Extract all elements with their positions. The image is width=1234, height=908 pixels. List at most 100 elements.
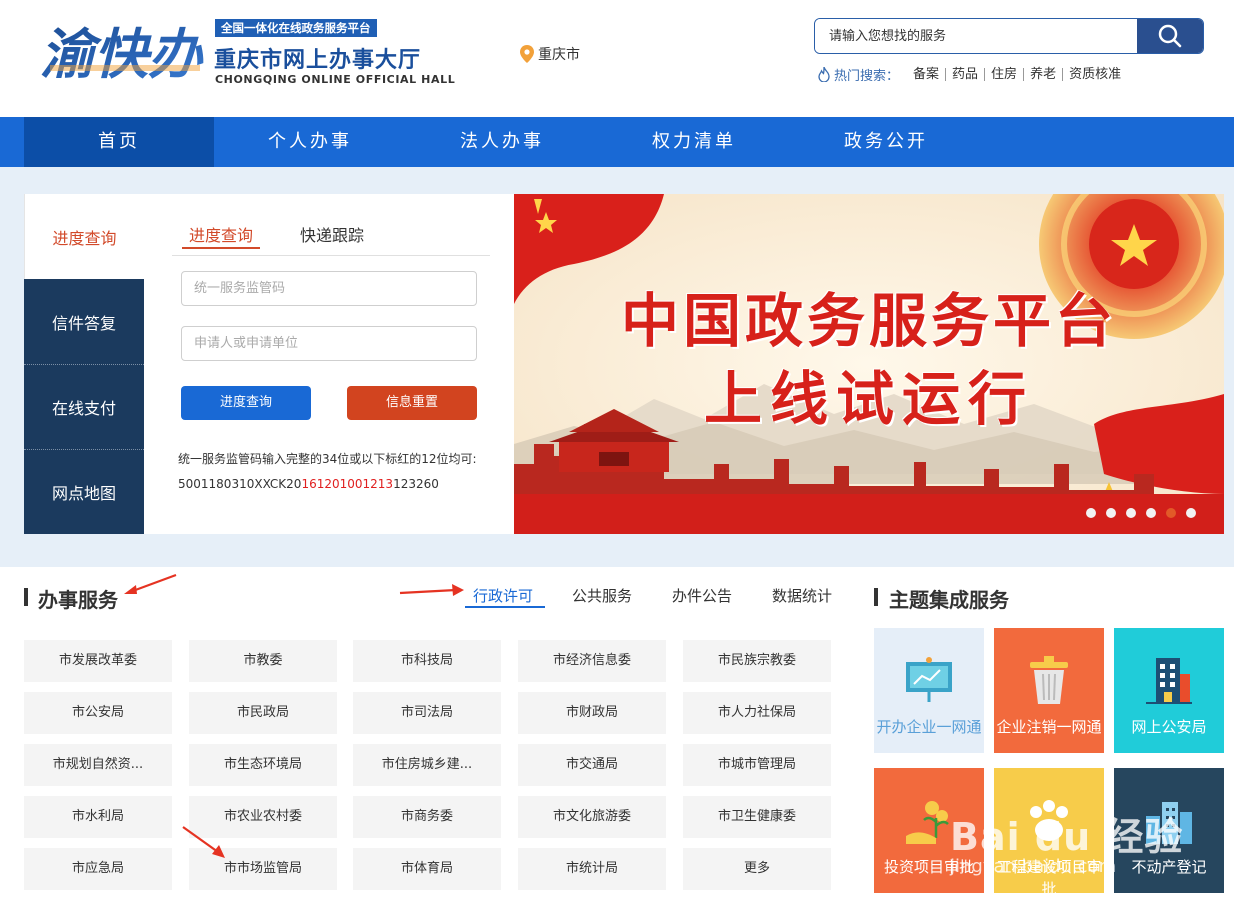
department-button[interactable]: 市生态环境局 bbox=[189, 744, 337, 786]
applicant-input[interactable] bbox=[181, 326, 477, 361]
nav-item-corporate[interactable]: 法人办事 bbox=[406, 117, 598, 167]
theme-online-police[interactable]: 网上公安局 bbox=[1114, 628, 1224, 753]
department-button[interactable]: 市水利局 bbox=[24, 796, 172, 838]
theme-real-estate-registration[interactable]: 不动产登记 bbox=[1114, 768, 1224, 893]
progress-query-button[interactable]: 进度查询 bbox=[181, 386, 311, 420]
tab-express-tracking[interactable]: 快递跟踪 bbox=[300, 222, 364, 246]
carousel-dot[interactable] bbox=[1186, 508, 1196, 518]
theme-label: 投资项目审批 bbox=[883, 858, 974, 876]
carousel-dot[interactable] bbox=[1166, 508, 1176, 518]
trash-bin-icon bbox=[1030, 656, 1068, 704]
department-button[interactable]: 市民族宗教委 bbox=[683, 640, 831, 682]
department-button[interactable]: 市交通局 bbox=[518, 744, 666, 786]
money-plant-icon bbox=[906, 801, 949, 844]
theme-business-deregistration[interactable]: 企业注销一网通 bbox=[994, 628, 1104, 753]
department-button[interactable]: 市司法局 bbox=[353, 692, 501, 734]
department-button[interactable]: 市人力社保局 bbox=[683, 692, 831, 734]
theme-label: 网上公安局 bbox=[1131, 718, 1207, 736]
hot-item[interactable]: 住房 bbox=[985, 68, 1025, 81]
logo-text: 渝快办 bbox=[40, 23, 204, 85]
flame-icon bbox=[818, 67, 830, 82]
section-marker bbox=[874, 588, 878, 606]
reset-button[interactable]: 信息重置 bbox=[347, 386, 477, 420]
tab-progress-query[interactable]: 进度查询 bbox=[189, 222, 253, 246]
hot-item[interactable]: 养老 bbox=[1024, 68, 1064, 81]
tab-statistics[interactable]: 数据统计 bbox=[772, 585, 832, 606]
theme-label: 不动产登记 bbox=[1131, 858, 1207, 876]
annotation-arrow-icon bbox=[182, 826, 225, 858]
department-button[interactable]: 市财政局 bbox=[518, 692, 666, 734]
side-tab-outlet-map[interactable]: 网点地图 bbox=[24, 449, 144, 534]
department-button[interactable]: 市经济信息委 bbox=[518, 640, 666, 682]
search-icon bbox=[1158, 24, 1182, 48]
logo-badge: 全国一体化在线政务服务平台 bbox=[215, 19, 377, 37]
side-divider bbox=[24, 449, 144, 450]
location-pin-icon bbox=[520, 45, 534, 63]
search-button[interactable] bbox=[1137, 19, 1203, 53]
department-button[interactable]: 市文化旅游委 bbox=[518, 796, 666, 838]
paw-print-icon bbox=[1030, 800, 1068, 841]
carousel-indicator bbox=[1086, 508, 1206, 518]
presentation-board-icon bbox=[906, 657, 952, 702]
sample-code-highlight: 161201001213 bbox=[301, 477, 394, 491]
nav-item-gov-affairs[interactable]: 政务公开 bbox=[790, 117, 982, 167]
nav-item-personal[interactable]: 个人办事 bbox=[214, 117, 406, 167]
department-button[interactable]: 市教委 bbox=[189, 640, 337, 682]
department-button[interactable]: 市应急局 bbox=[24, 848, 172, 890]
side-tab-progress[interactable]: 进度查询 bbox=[24, 194, 144, 279]
site-title: 重庆市网上办事大厅 bbox=[214, 48, 422, 73]
banner-subheadline: 上线试运行 bbox=[703, 365, 1034, 433]
hot-item[interactable]: 备案 bbox=[907, 68, 947, 81]
banner-headline: 中国政务服务平台 bbox=[620, 287, 1117, 355]
carousel-dot[interactable] bbox=[1146, 508, 1156, 518]
department-button[interactable]: 市体育局 bbox=[353, 848, 501, 890]
side-tab-online-payment[interactable]: 在线支付 bbox=[24, 364, 144, 449]
sample-code-prefix: 5001180310XXCK20 bbox=[178, 477, 302, 491]
tab-public-service[interactable]: 公共服务 bbox=[572, 585, 632, 606]
carousel-dot[interactable] bbox=[1086, 508, 1096, 518]
annotation-arrow-icon bbox=[124, 573, 177, 594]
site-subtitle: CHONGQING ONLINE OFFICIAL HALL bbox=[215, 73, 456, 86]
search-input[interactable] bbox=[815, 19, 1137, 53]
department-button[interactable]: 更多 bbox=[683, 848, 831, 890]
code-hint: 统一服务监管码输入完整的34位或以下标红的12位均可: bbox=[178, 452, 477, 466]
services-title: 办事服务 bbox=[38, 588, 118, 612]
department-button[interactable]: 市商务委 bbox=[353, 796, 501, 838]
theme-label: 企业注销一网通 bbox=[996, 718, 1102, 736]
nav-item-home[interactable]: 首页 bbox=[24, 117, 214, 167]
department-button[interactable]: 市民政局 bbox=[189, 692, 337, 734]
active-tab-underline bbox=[465, 606, 545, 608]
department-button[interactable]: 市统计局 bbox=[518, 848, 666, 890]
logo-mark: 渝快办 bbox=[40, 15, 205, 86]
tab-divider bbox=[172, 255, 490, 256]
theme-investment-approval[interactable]: 投资项目审批 bbox=[874, 768, 984, 893]
department-button[interactable]: 市卫生健康委 bbox=[683, 796, 831, 838]
hot-item[interactable]: 资质核准 bbox=[1063, 68, 1127, 81]
progress-query-panel: 进度查询 信件答复 在线支付 网点地图 进度查询 快递跟踪 进度查询 信息重置 … bbox=[24, 194, 514, 534]
tab-administrative-license[interactable]: 行政许可 bbox=[473, 585, 533, 606]
department-button[interactable]: 市住房城乡建... bbox=[353, 744, 501, 786]
tab-case-notices[interactable]: 办件公告 bbox=[672, 585, 732, 606]
hero-banner[interactable]: 中国政务服务平台 上线试运行 bbox=[514, 194, 1224, 534]
department-button[interactable]: 市发展改革委 bbox=[24, 640, 172, 682]
sample-code: 5001180310XXCK20161201001213123260 bbox=[178, 477, 439, 491]
side-tab-letter-reply[interactable]: 信件答复 bbox=[24, 279, 144, 364]
service-code-input[interactable] bbox=[181, 271, 477, 306]
department-button[interactable]: 市规划自然资... bbox=[24, 744, 172, 786]
theme-label: 工程建设项目审批 bbox=[996, 858, 1102, 893]
theme-construction-approval[interactable]: 工程建设项目审批 bbox=[994, 768, 1104, 893]
active-tab-underline bbox=[182, 247, 260, 249]
carousel-dot[interactable] bbox=[1126, 508, 1136, 518]
theme-business-startup[interactable]: 开办企业一网通 bbox=[874, 628, 984, 753]
hot-search: 热门搜索： 备案 药品 住房 养老 资质核准 bbox=[818, 65, 1127, 84]
nav-item-power-list[interactable]: 权力清单 bbox=[598, 117, 790, 167]
department-button[interactable]: 市城市管理局 bbox=[683, 744, 831, 786]
location-selector[interactable]: 重庆市 bbox=[520, 44, 580, 64]
main-nav: 首页 个人办事 法人办事 权力清单 政务公开 bbox=[0, 117, 1234, 167]
city-buildings-icon bbox=[1146, 802, 1192, 844]
hot-item[interactable]: 药品 bbox=[946, 68, 986, 81]
department-button[interactable]: 市科技局 bbox=[353, 640, 501, 682]
sample-code-suffix: 123260 bbox=[393, 477, 439, 491]
department-button[interactable]: 市公安局 bbox=[24, 692, 172, 734]
carousel-dot[interactable] bbox=[1106, 508, 1116, 518]
